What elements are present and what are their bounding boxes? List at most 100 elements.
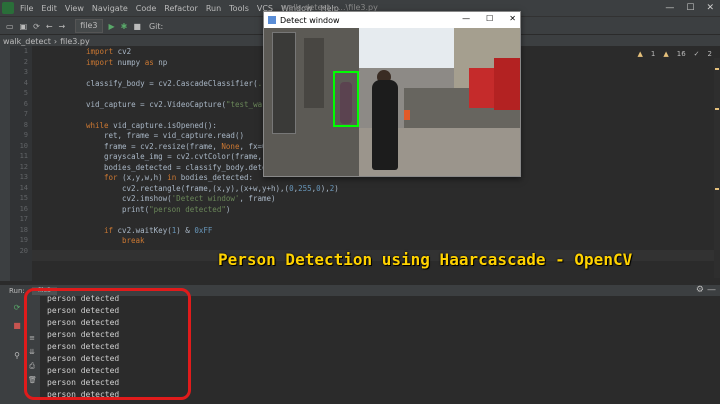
code-token: numpy xyxy=(117,57,145,67)
hide-panel-icon[interactable]: — xyxy=(707,285,716,295)
stop-icon[interactable]: ■ xyxy=(12,322,22,330)
code-token: ) & xyxy=(176,225,195,235)
line-number: 12 xyxy=(19,162,28,171)
maximize-icon[interactable]: ☐ xyxy=(686,3,694,13)
menu-item-tools[interactable]: Tools xyxy=(225,4,253,13)
detection-box xyxy=(333,71,359,127)
code-token: bodies_detected: xyxy=(180,173,254,182)
pin-icon[interactable]: ⚲ xyxy=(12,352,22,360)
typo-icon: ✓ xyxy=(693,50,700,58)
typo-count: 2 xyxy=(707,50,712,58)
scroll-mark xyxy=(715,108,719,110)
code-token: cv2.rectangle(frame,(x,y),(x+w,y+h),( xyxy=(122,183,290,193)
code-line: cv2.imshow('Detect window', frame) xyxy=(122,194,276,203)
editor-scrollbar[interactable] xyxy=(714,58,720,278)
line-number: 1 xyxy=(23,47,28,55)
open-folder-icon[interactable]: ▭ xyxy=(6,22,14,31)
line-number: 16 xyxy=(19,204,28,213)
rerun-icon[interactable]: ⟳ xyxy=(12,304,22,312)
code-token: frame = cv2.resize(frame, xyxy=(104,141,222,151)
opencv-window-icon xyxy=(268,16,276,24)
code-token: cv2.waitKey( xyxy=(117,225,172,235)
highlight-box xyxy=(24,288,191,400)
code-line: frame = cv2.resize(frame, None, fx=0... xyxy=(104,142,280,151)
code-line: break xyxy=(122,236,145,245)
line-number: 5 xyxy=(23,89,28,97)
code-line: ret, frame = vid_capture.read() xyxy=(104,131,244,140)
detect-window-maximize-button[interactable]: ☐ xyxy=(486,14,493,23)
code-token: in xyxy=(167,173,181,182)
code-line: if cv2.waitKey(1) & 0xFF xyxy=(104,226,212,235)
minimize-icon[interactable]: — xyxy=(665,3,674,13)
warning-count: 1 xyxy=(650,50,656,58)
line-number: 7 xyxy=(23,110,28,118)
red-bus xyxy=(494,58,520,110)
menu-item-refactor[interactable]: Refactor xyxy=(160,4,202,13)
forward-icon[interactable]: → xyxy=(59,22,66,31)
warning-icon: ▲ xyxy=(637,50,643,58)
code-token: as xyxy=(144,57,159,67)
code-token: import xyxy=(86,47,118,56)
line-number: 20 xyxy=(19,246,28,255)
gear-icon[interactable]: ⚙ xyxy=(696,285,704,295)
code-token: break xyxy=(122,236,145,245)
sync-icon[interactable]: ⟳ xyxy=(33,22,40,31)
save-icon[interactable]: ▣ xyxy=(20,22,28,31)
line-number: 19 xyxy=(19,236,28,244)
detect-window-minimize-button[interactable]: — xyxy=(462,14,470,23)
back-icon[interactable]: ← xyxy=(46,22,53,31)
menu-item-code[interactable]: Code xyxy=(132,4,160,13)
close-icon[interactable]: ✕ xyxy=(706,3,714,13)
breadcrumb-project[interactable]: walk_detect xyxy=(3,37,51,46)
code-token: np xyxy=(158,57,168,67)
detect-window[interactable]: Detect window — ☐ ✕ xyxy=(263,11,521,177)
debug-icon[interactable]: ✱ xyxy=(121,22,128,31)
code-token: cv2.imshow( xyxy=(122,194,172,203)
line-number: 4 xyxy=(23,78,28,87)
line-number: 9 xyxy=(23,131,28,139)
menu-item-view[interactable]: View xyxy=(61,4,88,13)
project-sidebar[interactable] xyxy=(0,46,10,281)
menu-item-edit[interactable]: Edit xyxy=(37,4,61,13)
inspection-widget[interactable]: ▲ 1 ▲ 16 ✓ 2 xyxy=(637,50,712,58)
line-number: 13 xyxy=(19,173,28,181)
window-controls: — ☐ ✕ xyxy=(665,0,714,16)
code-token: (x,y,w,h) xyxy=(122,173,168,182)
code-line: vid_capture = cv2.VideoCapture("test_wa.… xyxy=(86,100,276,109)
code-line: cv2.rectangle(frame,(x,y),(x+w,y+h),(0,2… xyxy=(122,184,339,193)
code-token: if xyxy=(104,225,118,235)
run-icon[interactable]: ▶ xyxy=(109,22,115,31)
code-token: ), xyxy=(320,183,330,193)
code-token: cv2 xyxy=(117,47,132,56)
traffic-cone xyxy=(404,110,410,120)
code-token: classify_body = cv2.CascadeClassifier( xyxy=(86,78,258,88)
detect-window-close-button[interactable]: ✕ xyxy=(509,14,516,23)
code-token: None xyxy=(221,141,240,151)
code-token: ret, frame = vid_capture.read() xyxy=(104,131,244,140)
menu-item-file[interactable]: File xyxy=(16,4,37,13)
video-caption: Person Detection using Haarcascade - Ope… xyxy=(218,250,633,269)
code-token: , frame) xyxy=(239,194,276,203)
line-number: 10 xyxy=(19,141,28,150)
line-number: 14 xyxy=(19,183,28,192)
menu-item-navigate[interactable]: Navigate xyxy=(88,4,132,13)
code-token: 255 xyxy=(298,183,312,193)
run-label: Run: xyxy=(9,287,25,295)
line-number: 3 xyxy=(23,68,28,76)
stop-icon[interactable]: ■ xyxy=(133,22,141,31)
code-token: vid_capture = cv2.VideoCapture( xyxy=(86,99,226,109)
code-line: import numpy as np xyxy=(86,58,167,67)
menu-item-run[interactable]: Run xyxy=(202,4,225,13)
run-config-select[interactable]: file3 xyxy=(75,19,103,33)
shop-window xyxy=(272,32,296,134)
code-token: vid_capture.isOpened(): xyxy=(113,120,217,130)
pycharm-logo-icon xyxy=(2,2,14,14)
code-line: while vid_capture.isOpened(): xyxy=(86,121,217,130)
code-token: while xyxy=(86,120,114,130)
code-line: for (x,y,w,h) in bodies_detected: xyxy=(104,173,253,182)
code-token: for xyxy=(104,173,123,182)
line-number: 17 xyxy=(19,215,28,223)
code-token: 'Detect window' xyxy=(171,194,240,203)
weak-warning-count: 16 xyxy=(676,50,686,58)
breadcrumb-file[interactable]: file3.py xyxy=(60,37,90,46)
